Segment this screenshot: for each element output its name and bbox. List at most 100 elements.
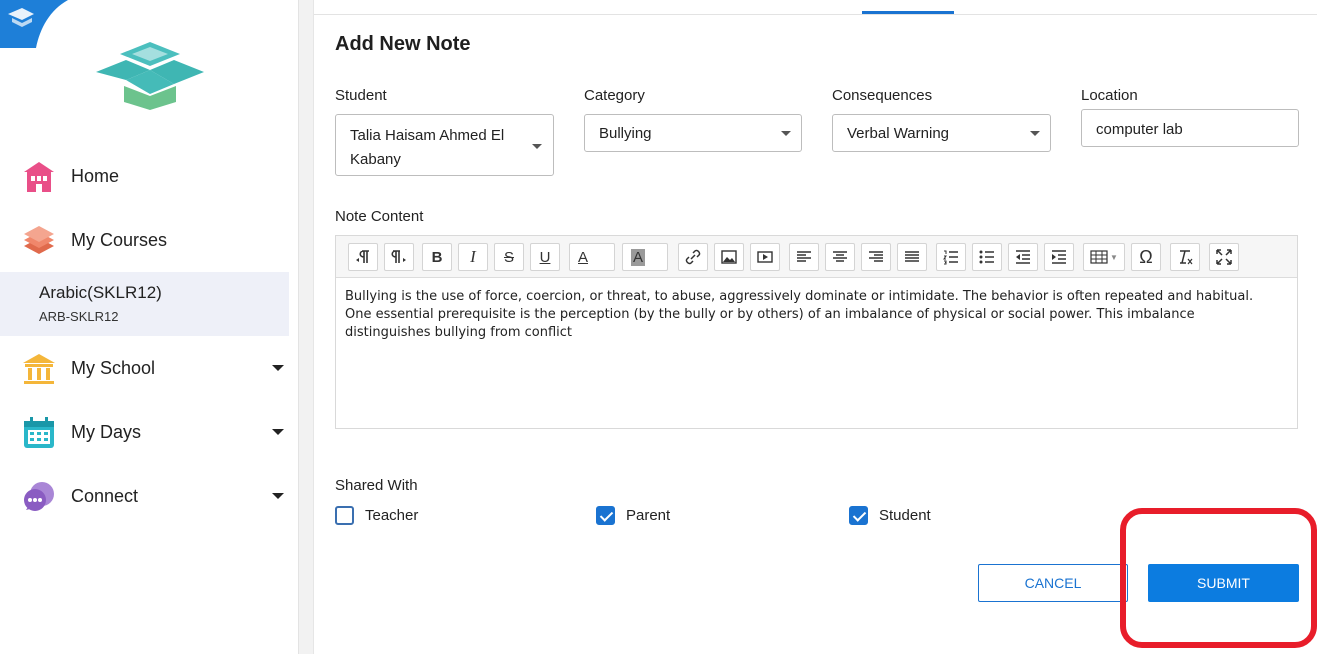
paragraph-rtl-icon <box>391 250 406 263</box>
bg-color-letter: A <box>631 248 646 266</box>
sidebar-item-my-courses[interactable]: My Courses <box>0 208 299 272</box>
submit-button[interactable]: SUBMIT <box>1148 564 1299 602</box>
indent-button[interactable] <box>1044 243 1074 271</box>
share-student-option[interactable]: Student <box>849 505 931 525</box>
category-value: Bullying <box>599 125 652 142</box>
outdent-button[interactable] <box>1008 243 1038 271</box>
checkbox-label: Parent <box>626 506 671 524</box>
note-form-panel: Add New Note Student Talia Haisam Ahmed … <box>313 0 1322 654</box>
special-characters-button[interactable]: Ω <box>1131 243 1161 271</box>
consequences-value: Verbal Warning <box>847 125 949 142</box>
ordered-list-button[interactable] <box>936 243 966 271</box>
sidebar-item-connect[interactable]: Connect <box>0 464 299 528</box>
chevron-down-icon[interactable] <box>272 493 284 499</box>
student-checkbox[interactable] <box>849 505 868 525</box>
strikethrough-button[interactable]: S <box>494 243 524 271</box>
consequences-select[interactable]: Verbal Warning <box>832 114 1051 152</box>
align-center-icon <box>833 251 847 262</box>
teacher-checkbox[interactable] <box>335 505 354 525</box>
clear-format-icon <box>1180 250 1193 265</box>
align-left-icon <box>797 251 811 262</box>
active-tab-indicator <box>862 11 954 14</box>
insert-table-button[interactable]: ▼ <box>1083 243 1125 271</box>
bullet-list-button[interactable] <box>972 243 1002 271</box>
chat-icon <box>24 482 54 511</box>
font-color-button[interactable]: A <box>569 243 615 271</box>
insert-video-button[interactable] <box>750 243 780 271</box>
fullscreen-button[interactable] <box>1209 243 1239 271</box>
bullet-list-icon <box>979 250 994 264</box>
sidebar-item-label: Connect <box>71 485 139 506</box>
school-icon <box>23 354 55 384</box>
checkbox-label: Student <box>879 506 931 524</box>
home-icon <box>24 162 54 192</box>
corner-logo-icon <box>0 0 68 48</box>
parent-checkbox[interactable] <box>596 505 615 525</box>
sidebar-item-label: My Courses <box>71 229 168 250</box>
rtl-paragraph-button[interactable] <box>384 243 414 271</box>
location-label: Location <box>1081 87 1138 104</box>
fullscreen-icon <box>1216 249 1232 265</box>
course-name: Arabic(SKLR12) <box>39 283 162 302</box>
video-icon <box>757 251 773 263</box>
align-right-button[interactable] <box>861 243 891 271</box>
note-content-label: Note Content <box>335 208 424 225</box>
ordered-list-icon <box>943 250 958 265</box>
page-title: Add New Note <box>335 33 471 55</box>
align-justify-icon <box>905 251 919 262</box>
insert-link-button[interactable] <box>678 243 708 271</box>
sidebar-course-item[interactable]: Arabic(SKLR12) ARB-SKLR12 <box>0 272 289 336</box>
rich-text-editor[interactable]: B I S U A A ▼ Ω Bullying is the use of f… <box>335 235 1298 429</box>
location-input[interactable]: computer lab <box>1081 109 1299 147</box>
justify-button[interactable] <box>897 243 927 271</box>
chevron-down-icon <box>532 144 542 149</box>
chevron-down-icon[interactable] <box>272 429 284 435</box>
sidebar: Home My Courses Arabic(SKLR12) ARB-SKLR1… <box>0 0 299 654</box>
category-select[interactable]: Bullying <box>584 114 802 152</box>
student-label: Student <box>335 87 387 104</box>
align-left-button[interactable] <box>789 243 819 271</box>
italic-button[interactable]: I <box>458 243 488 271</box>
checkbox-label: Teacher <box>365 506 419 524</box>
sidebar-item-label: Home <box>71 165 120 186</box>
clear-formatting-button[interactable] <box>1170 243 1200 271</box>
insert-image-button[interactable] <box>714 243 744 271</box>
background-color-button[interactable]: A <box>622 243 668 271</box>
underline-button[interactable]: U <box>530 243 560 271</box>
sidebar-item-my-days[interactable]: My Days <box>0 400 299 464</box>
calendar-icon <box>24 417 54 448</box>
paragraph-ltr-icon <box>356 250 369 263</box>
caret-down-icon: ▼ <box>1110 252 1118 262</box>
consequences-label: Consequences <box>832 87 933 104</box>
chevron-down-icon <box>781 131 791 136</box>
sidebar-item-label: My Days <box>71 421 142 442</box>
shared-with-label: Shared With <box>335 477 418 494</box>
chevron-down-icon[interactable] <box>272 365 284 371</box>
table-icon <box>1090 250 1108 264</box>
student-value: Talia Haisam Ahmed El Kabany <box>350 127 505 168</box>
tab-bar <box>314 0 1317 15</box>
books-icon <box>24 226 54 254</box>
note-content-text[interactable]: Bullying is the use of force, coercion, … <box>345 288 1280 342</box>
sidebar-item-home[interactable]: Home <box>0 144 299 208</box>
student-select[interactable]: Talia Haisam Ahmed El Kabany <box>335 114 554 176</box>
link-icon <box>685 249 701 265</box>
chevron-down-icon <box>1030 131 1040 136</box>
editor-toolbar: B I S U A A ▼ Ω <box>336 236 1297 278</box>
course-code: ARB-SKLR12 <box>39 309 119 324</box>
sidebar-item-label: My School <box>71 357 156 378</box>
bold-button[interactable]: B <box>422 243 452 271</box>
indent-icon <box>1052 250 1066 264</box>
share-parent-option[interactable]: Parent <box>596 505 670 525</box>
cancel-button[interactable]: CANCEL <box>978 564 1128 602</box>
sidebar-item-my-school[interactable]: My School <box>0 336 299 400</box>
outdent-icon <box>1016 250 1030 264</box>
share-teacher-option[interactable]: Teacher <box>335 505 418 525</box>
align-center-button[interactable] <box>825 243 855 271</box>
app-logo-icon <box>96 42 204 110</box>
category-label: Category <box>584 87 645 104</box>
align-right-icon <box>869 251 883 262</box>
location-value: computer lab <box>1096 121 1183 138</box>
image-icon <box>721 250 737 264</box>
ltr-paragraph-button[interactable] <box>348 243 378 271</box>
